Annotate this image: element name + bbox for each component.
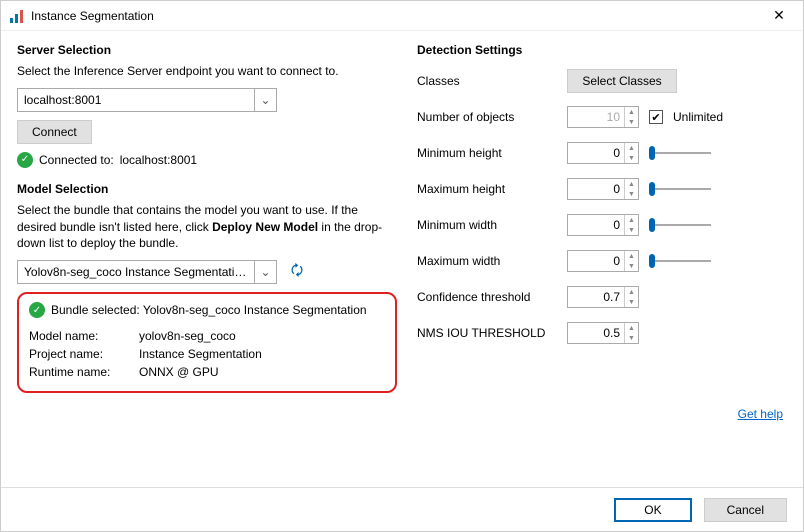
- min-height-slider[interactable]: [649, 152, 711, 154]
- refresh-icon[interactable]: 🗘: [287, 262, 307, 282]
- unlimited-label: Unlimited: [673, 110, 723, 124]
- max-height-slider[interactable]: [649, 188, 711, 190]
- server-hint: Select the Inference Server endpoint you…: [17, 63, 397, 80]
- runtime-name-label: Runtime name:: [29, 365, 139, 379]
- num-objects-label: Number of objects: [417, 110, 567, 124]
- model-bundle-value: Yolov8n-seg_coco Instance Segmentati…: [18, 261, 254, 283]
- cancel-button[interactable]: Cancel: [704, 498, 787, 522]
- ok-button[interactable]: OK: [614, 498, 691, 522]
- spinner[interactable]: ▲▼: [624, 179, 638, 199]
- bundle-status-text: Bundle selected: Yolov8n-seg_coco Instan…: [51, 302, 367, 319]
- spinner[interactable]: ▲▼: [624, 251, 638, 271]
- min-width-input[interactable]: ▲▼: [567, 214, 639, 236]
- server-selection-heading: Server Selection: [17, 43, 397, 57]
- spinner[interactable]: ▲▼: [624, 323, 638, 343]
- bundle-info-box: ✓ Bundle selected: Yolov8n-seg_coco Inst…: [17, 292, 397, 393]
- connected-prefix: Connected to:: [39, 153, 114, 167]
- project-name-label: Project name:: [29, 347, 139, 361]
- spinner[interactable]: ▲▼: [624, 107, 638, 127]
- max-width-input[interactable]: ▲▼: [567, 250, 639, 272]
- model-selection-heading: Model Selection: [17, 182, 397, 196]
- spinner[interactable]: ▲▼: [624, 143, 638, 163]
- unlimited-checkbox[interactable]: ✔: [649, 110, 663, 124]
- server-endpoint-combo[interactable]: localhost:8001 ⌄: [17, 88, 277, 112]
- max-height-label: Maximum height: [417, 182, 567, 196]
- chevron-down-icon: ⌄: [254, 261, 276, 283]
- confidence-label: Confidence threshold: [417, 290, 567, 304]
- nms-label: NMS IOU THRESHOLD: [417, 326, 567, 340]
- app-icon: [9, 8, 25, 24]
- model-hint: Select the bundle that contains the mode…: [17, 202, 397, 252]
- max-width-slider[interactable]: [649, 260, 711, 262]
- spinner[interactable]: ▲▼: [624, 215, 638, 235]
- runtime-name-value: ONNX @ GPU: [139, 365, 219, 379]
- max-height-input[interactable]: ▲▼: [567, 178, 639, 200]
- nms-input[interactable]: ▲▼: [567, 322, 639, 344]
- check-circle-icon: ✓: [29, 302, 45, 318]
- model-bundle-combo[interactable]: Yolov8n-seg_coco Instance Segmentati… ⌄: [17, 260, 277, 284]
- close-icon[interactable]: ✕: [763, 7, 795, 24]
- classes-label: Classes: [417, 74, 567, 88]
- project-name-value: Instance Segmentation: [139, 347, 262, 361]
- server-endpoint-value: localhost:8001: [18, 89, 254, 111]
- model-name-value: yolov8n-seg_coco: [139, 329, 236, 343]
- min-width-label: Minimum width: [417, 218, 567, 232]
- titlebar: Instance Segmentation ✕: [1, 1, 803, 31]
- chevron-down-icon: ⌄: [254, 89, 276, 111]
- check-circle-icon: ✓: [17, 152, 33, 168]
- window-title: Instance Segmentation: [31, 9, 763, 23]
- min-width-slider[interactable]: [649, 224, 711, 226]
- select-classes-button[interactable]: Select Classes: [567, 69, 677, 93]
- min-height-label: Minimum height: [417, 146, 567, 160]
- connection-status: ✓ Connected to: localhost:8001: [17, 152, 397, 168]
- spinner[interactable]: ▲▼: [624, 287, 638, 307]
- detection-settings-heading: Detection Settings: [417, 43, 787, 57]
- connect-button[interactable]: Connect: [17, 120, 92, 144]
- num-objects-input[interactable]: ▲▼: [567, 106, 639, 128]
- connected-value: localhost:8001: [120, 153, 197, 167]
- confidence-input[interactable]: ▲▼: [567, 286, 639, 308]
- min-height-input[interactable]: ▲▼: [567, 142, 639, 164]
- max-width-label: Maximum width: [417, 254, 567, 268]
- model-name-label: Model name:: [29, 329, 139, 343]
- get-help-link[interactable]: Get help: [738, 407, 783, 421]
